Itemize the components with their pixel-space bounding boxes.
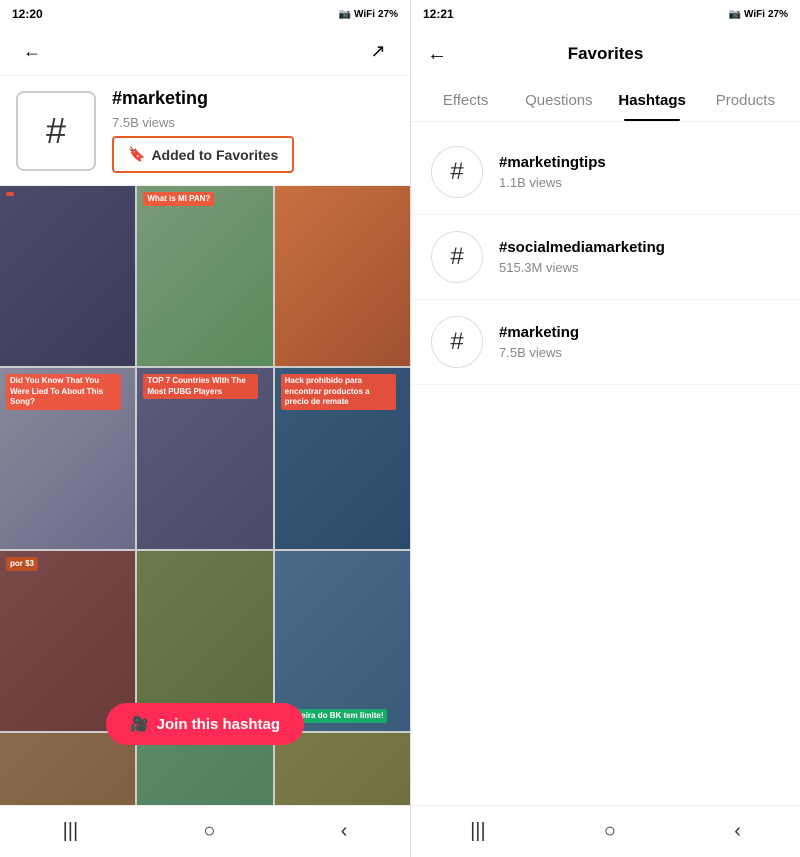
tab-questions[interactable]: Questions (512, 80, 605, 121)
video-cell-1[interactable] (0, 186, 135, 366)
right-panel: 12:21 📷 WiFi 27% ← Favorites Effects Que… (410, 0, 800, 857)
video-overlay-1 (6, 192, 14, 196)
video-cell-12[interactable] (275, 733, 410, 805)
bookmark-icon: 🔖 (128, 146, 145, 163)
video-grid-container: What is MI PAN? Did You Know That You We… (0, 186, 410, 805)
hash-item-title-1: #marketingtips (499, 154, 606, 171)
battery-left: 27% (378, 9, 398, 20)
video-cell-7[interactable]: por $3 (0, 551, 135, 731)
back-button-right[interactable]: ← (427, 43, 447, 66)
share-button[interactable]: ↗ (362, 36, 394, 68)
hash-item-views-3: 7.5B views (499, 345, 579, 360)
hash-item-views-2: 515.3M views (499, 260, 665, 275)
video-cell-9[interactable]: A zoeira do BK tem limite! (275, 551, 410, 731)
top-nav-left: ← ↗ (0, 28, 410, 76)
hashtag-icon: # (16, 91, 96, 171)
hashtag-favorites-list: # #marketingtips 1.1B views # #socialmed… (411, 122, 800, 805)
hash-item-info-1: #marketingtips 1.1B views (499, 154, 606, 190)
hashtag-title: #marketing (112, 88, 294, 109)
join-hashtag-button[interactable]: 🎥 Join this hashtag (106, 703, 304, 745)
hashtag-list-item-3[interactable]: # #marketing 7.5B views (411, 300, 800, 385)
favorites-title: Favorites (568, 44, 644, 64)
tab-effects[interactable]: Effects (419, 80, 512, 121)
wifi-icon: WiFi (354, 9, 375, 20)
video-camera-icon: 🎥 (130, 715, 149, 733)
top-nav-right: ← Favorites (411, 28, 800, 80)
status-icons-left: 📷 WiFi 27% (339, 9, 398, 20)
time-right: 12:21 (423, 7, 454, 21)
video-cell-3[interactable] (275, 186, 410, 366)
video-overlay-7: por $3 (6, 557, 38, 571)
nav-menu-left[interactable]: ||| (47, 812, 95, 851)
bottom-nav-right: ||| ○ ‹ (411, 805, 800, 857)
hashtag-header: # #marketing 7.5B views 🔖 Added to Favor… (0, 76, 410, 186)
nav-back-right[interactable]: ‹ (718, 812, 757, 851)
left-panel: 12:20 📷 WiFi 27% ← ↗ # #marketing 7.5B v… (0, 0, 410, 857)
hash-item-info-2: #socialmediamarketing 515.3M views (499, 239, 665, 275)
time-left: 12:20 (12, 7, 43, 21)
video-overlay-6: Hack prohibido para encontrar productos … (281, 374, 396, 409)
hashtag-info: #marketing 7.5B views 🔖 Added to Favorit… (112, 88, 294, 173)
bottom-nav-left: ||| ○ ‹ (0, 805, 410, 857)
hash-icon-1: # (431, 146, 483, 198)
status-bar-left: 12:20 📷 WiFi 27% (0, 0, 410, 28)
wifi-icon-right: WiFi (744, 9, 765, 20)
tabs-row: Effects Questions Hashtags Products (411, 80, 800, 122)
join-hashtag-label: Join this hashtag (157, 716, 280, 733)
video-overlay-5: TOP 7 Countries With The Most PUBG Playe… (143, 374, 258, 399)
tab-hashtags[interactable]: Hashtags (606, 80, 699, 121)
video-overlay-2: What is MI PAN? (143, 192, 214, 206)
favorite-label: Added to Favorites (151, 147, 278, 163)
hash-icon-2: # (431, 231, 483, 283)
nav-back-left[interactable]: ‹ (325, 812, 364, 851)
hash-item-title-3: #marketing (499, 324, 579, 341)
video-cell-5[interactable]: TOP 7 Countries With The Most PUBG Playe… (137, 368, 272, 548)
add-to-favorites-button[interactable]: 🔖 Added to Favorites (112, 136, 294, 173)
camera-icon-right: 📷 (729, 9, 741, 20)
hash-item-title-2: #socialmediamarketing (499, 239, 665, 256)
hashtag-list-item-2[interactable]: # #socialmediamarketing 515.3M views (411, 215, 800, 300)
nav-menu-right[interactable]: ||| (454, 812, 502, 851)
tab-products[interactable]: Products (699, 80, 792, 121)
video-overlay-4: Did You Know That You Were Lied To About… (6, 374, 121, 409)
battery-right: 27% (768, 9, 788, 20)
nav-home-left[interactable]: ○ (187, 812, 231, 851)
video-cell-10[interactable] (0, 733, 135, 805)
nav-home-right[interactable]: ○ (588, 812, 632, 851)
status-icons-right: 📷 WiFi 27% (729, 9, 788, 20)
hash-icon-3: # (431, 316, 483, 368)
video-cell-4[interactable]: Did You Know That You Were Lied To About… (0, 368, 135, 548)
video-cell-6[interactable]: Hack prohibido para encontrar productos … (275, 368, 410, 548)
hashtag-list-item-1[interactable]: # #marketingtips 1.1B views (411, 130, 800, 215)
back-button-left[interactable]: ← (16, 36, 48, 68)
camera-icon: 📷 (339, 9, 351, 20)
hashtag-views: 7.5B views (112, 115, 294, 130)
status-bar-right: 12:21 📷 WiFi 27% (411, 0, 800, 28)
hash-item-views-1: 1.1B views (499, 175, 606, 190)
video-cell-2[interactable]: What is MI PAN? (137, 186, 272, 366)
hash-item-info-3: #marketing 7.5B views (499, 324, 579, 360)
